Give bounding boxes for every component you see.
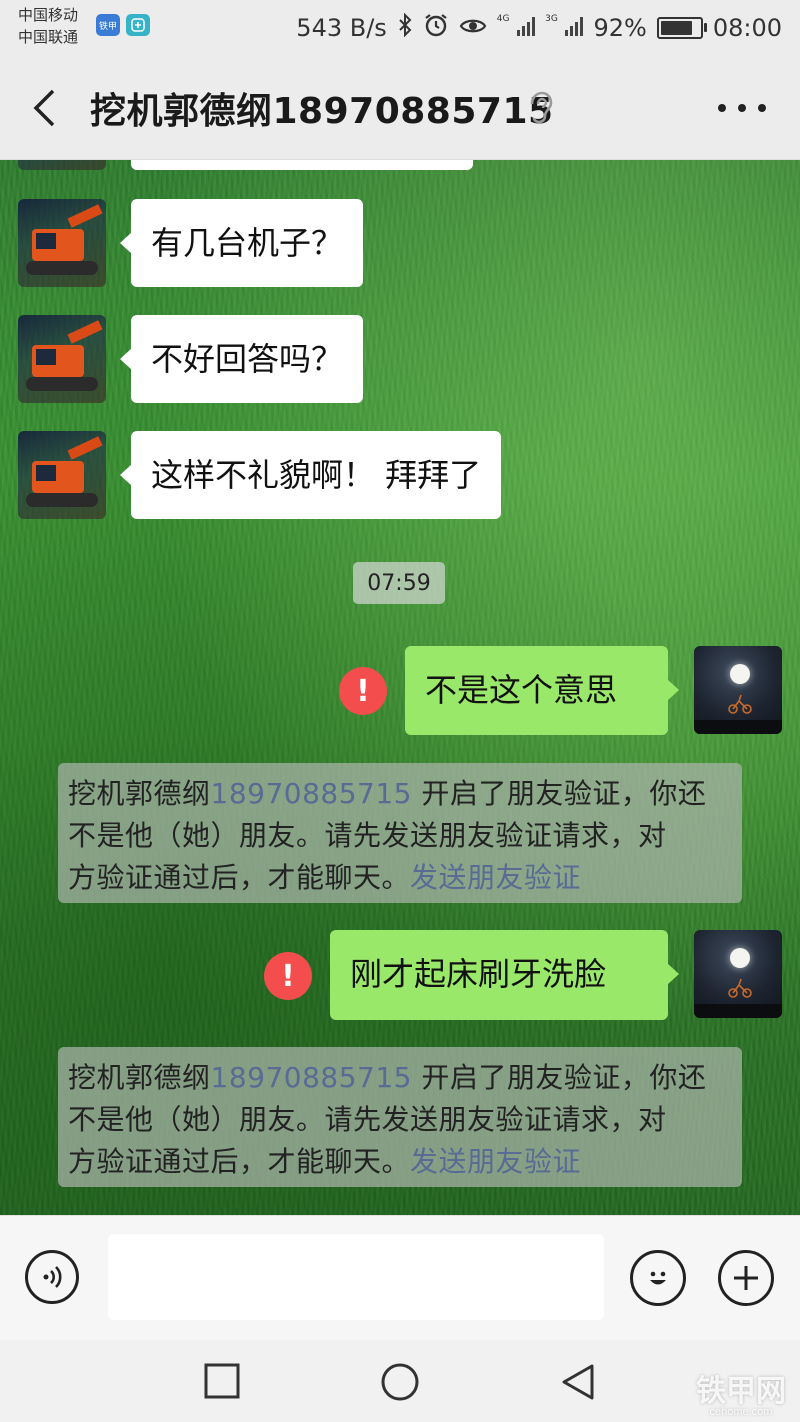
message-text: 不是这个意思 [425, 671, 618, 709]
status-bar: 中国移动 中国联通 铁甲 543 B/s 4G 3G 92% 08:00 [0, 0, 800, 56]
carrier-1: 中国移动 [18, 6, 79, 24]
triangle-back-icon [562, 1364, 594, 1400]
more-dot [718, 104, 726, 112]
square-icon [204, 1363, 240, 1399]
voice-button[interactable] [25, 1250, 79, 1304]
send-verification-link[interactable]: 发送朋友验证 [410, 861, 581, 894]
recent-apps-button[interactable] [203, 1362, 243, 1402]
system-nav-bar [0, 1340, 800, 1422]
net-speed: 543 B/s [296, 14, 387, 42]
voice-icon [43, 1266, 62, 1288]
notice-number: 18970885715 [210, 777, 412, 810]
notice-name: 挖机郭德纲 [68, 1061, 211, 1094]
fail-mark: ! [356, 673, 370, 709]
message-timestamp: 07:59 [353, 562, 445, 604]
message-text: 有几台机子？ [151, 224, 344, 262]
home-button[interactable] [380, 1362, 420, 1402]
tiejia-app-label: 铁甲 [98, 21, 117, 32]
send-failed-icon[interactable]: ! [339, 667, 387, 715]
outgoing-message[interactable]: 刚才起床刷牙洗脸 [330, 930, 679, 1020]
carrier-labels: 中国移动 中国联通 [18, 4, 78, 48]
chat-header: 挖机郭德纲18970885715 [0, 56, 800, 160]
more-dot [738, 104, 746, 112]
notice-text-3: 方验证通过后，才能聊天。 [68, 1145, 411, 1178]
input-bar [0, 1215, 800, 1341]
friend-verification-notice: 挖机郭德纲18970885715 开启了朋友验证，你还 不是他（她）朋友。请先发… [58, 763, 742, 903]
incoming-message[interactable]: 不好回答吗？ [119, 315, 364, 403]
incoming-message[interactable]: 有几台机子？ [119, 199, 364, 287]
friend-verification-notice: 挖机郭德纲18970885715 开启了朋友验证，你还 不是他（她）朋友。请先发… [58, 1047, 742, 1187]
message-input[interactable] [108, 1234, 604, 1320]
chat-area[interactable]: 有几台机子？ 不好回答吗？ 这样不礼貌啊！ 拜拜了 07:59 ! 不是这个意思… [0, 160, 800, 1215]
contact-avatar-partial[interactable] [18, 160, 106, 170]
battery-fill [660, 21, 692, 35]
outgoing-message[interactable]: 不是这个意思 [405, 646, 679, 735]
message-text: 这样不礼貌啊！ 拜拜了 [151, 456, 482, 494]
contact-avatar[interactable] [18, 315, 106, 403]
emoji-button[interactable] [630, 1250, 686, 1306]
message-bubble-partial[interactable] [131, 160, 473, 170]
more-options-button[interactable] [718, 98, 766, 118]
signal-bars-icon [517, 16, 536, 36]
emoji-icon [650, 1271, 666, 1285]
signal-3g: 3G [545, 14, 584, 42]
send-failed-icon[interactable]: ! [264, 952, 312, 1000]
fail-mark: ! [281, 958, 295, 994]
battery-icon [656, 17, 707, 39]
notice-text-2: 不是他（她）朋友。请先发送朋友验证请求，对 [68, 819, 667, 852]
back-button[interactable] [22, 84, 66, 132]
contact-avatar[interactable] [18, 431, 106, 519]
battery-percent: 92% [593, 14, 647, 42]
more-dot [758, 104, 766, 112]
status-right: 543 B/s 4G 3G 92% 08:00 [296, 10, 782, 46]
notice-text-3: 方验证通过后，才能聊天。 [68, 861, 411, 894]
bluetooth-icon [397, 12, 413, 43]
message-text: 刚才起床刷牙洗脸 [350, 955, 607, 993]
contact-avatar[interactable] [18, 199, 106, 287]
watermark-main: 铁甲网 [696, 1375, 786, 1408]
notice-name: 挖机郭德纲 [68, 777, 211, 810]
incoming-message[interactable]: 这样不礼貌啊！ 拜拜了 [119, 431, 502, 519]
notice-text-1: 开启了朋友验证，你还 [421, 1061, 707, 1094]
plus-button[interactable] [718, 1250, 774, 1306]
notification-icons: 铁甲 [96, 14, 150, 36]
chat-title: 挖机郭德纲18970885715 [90, 91, 554, 132]
signal-bars-icon [565, 16, 584, 36]
my-avatar[interactable] [694, 930, 782, 1018]
site-watermark: 铁甲网 cehome.com [696, 1366, 786, 1418]
notice-text-1: 开启了朋友验证，你还 [421, 777, 707, 810]
carrier-2: 中国联通 [18, 28, 79, 46]
net-type-1: 4G [496, 14, 510, 24]
clock: 08:00 [712, 14, 782, 42]
plus-app-icon [126, 14, 150, 36]
notice-text-2: 不是他（她）朋友。请先发送朋友验证请求，对 [68, 1103, 667, 1136]
circle-icon [381, 1363, 419, 1401]
notice-number: 18970885715 [210, 1061, 412, 1094]
my-avatar[interactable] [694, 646, 782, 734]
chevron-left-icon [33, 89, 55, 127]
alarm-icon [423, 12, 449, 44]
ear-icon [526, 90, 556, 126]
message-text: 不好回答吗？ [151, 340, 344, 378]
eye-icon [459, 14, 487, 42]
tiejia-app-icon: 铁甲 [96, 14, 120, 36]
plus-icon [734, 1266, 758, 1290]
signal-4g: 4G [496, 14, 536, 42]
send-verification-link[interactable]: 发送朋友验证 [410, 1145, 581, 1178]
net-type-2: 3G [545, 14, 558, 24]
system-back-button[interactable] [560, 1362, 600, 1402]
